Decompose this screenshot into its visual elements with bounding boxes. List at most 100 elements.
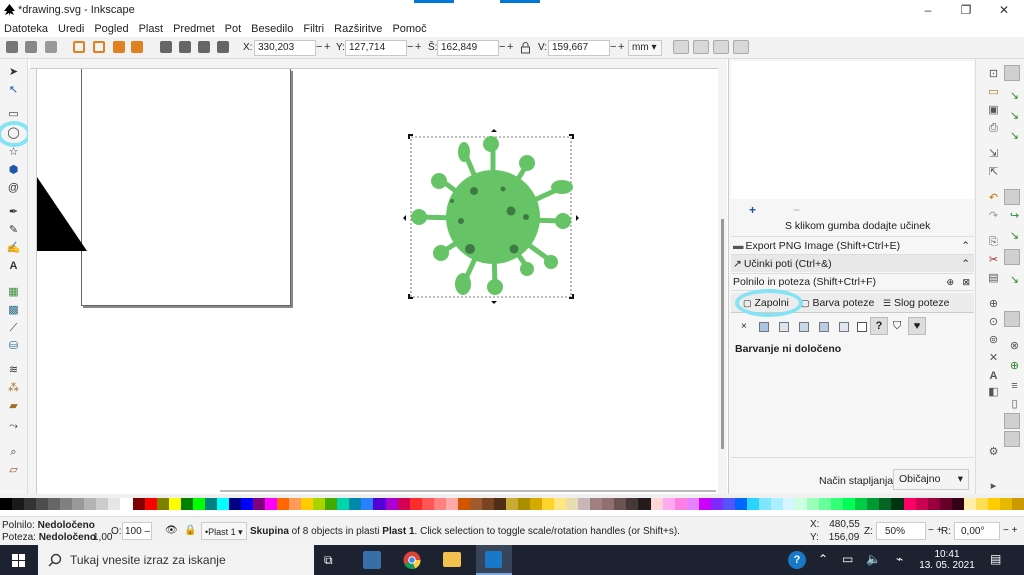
palette-swatch[interactable] [409,498,422,510]
palette-swatch[interactable] [951,498,964,510]
volume-icon[interactable]: 🔈 [866,552,881,566]
palette-swatch[interactable] [120,498,133,510]
x-field[interactable]: 330,203 [254,40,316,56]
palette-swatch[interactable] [771,498,784,510]
tray-chevron-icon[interactable]: ⌃ [818,552,828,566]
zoom-drawing-icon[interactable]: ⊙ [986,315,1001,329]
measure-tool-icon[interactable]: ▱ [6,463,21,477]
palette-swatch[interactable] [1011,498,1024,510]
layer-lock-icon[interactable]: 🔒 [184,525,196,536]
snap-grid-icon[interactable] [1004,413,1020,429]
palette-swatch[interactable] [734,498,747,510]
palette-swatch[interactable] [758,498,771,510]
palette-swatch[interactable] [156,498,169,510]
radial-gradient-button[interactable] [799,322,809,332]
scale-corners-icon[interactable] [693,40,709,54]
snap-toggle-icon[interactable] [1004,65,1020,81]
select-all-icon[interactable] [6,41,18,53]
palette-swatch[interactable] [662,498,675,510]
deselect-icon[interactable] [45,41,57,53]
snap-midpoint-icon[interactable] [1004,311,1020,327]
snap-smooth-icon[interactable]: ↘ [1007,273,1022,287]
rotate-ccw-icon[interactable] [73,41,85,53]
snap-bbox-icon[interactable]: ↘ [1007,89,1022,103]
zoom-tool-icon[interactable]: ⌕ [6,445,21,459]
palette-swatch[interactable] [301,498,314,510]
palette-swatch[interactable] [361,498,374,510]
save-icon[interactable]: ▣ [986,103,1001,117]
connector-tool-icon[interactable]: ⤳ [6,419,21,433]
dropper-tool-icon[interactable]: ⟋ [6,321,21,335]
zoom-field[interactable]: 50% [876,522,926,540]
height-decrement-button[interactable]: − [610,41,616,53]
vertical-scroll-thumb[interactable] [721,219,724,449]
undo-icon[interactable]: ↶ [986,191,1001,205]
menu-razsiritve[interactable]: Razširitve [329,23,387,35]
palette-swatch[interactable] [999,498,1012,510]
duplicate-icon[interactable]: ✕ [986,351,1001,365]
snap-rotation-icon[interactable]: ⊕ [1007,359,1022,373]
tab-stroke-paint[interactable]: ▢ Barva poteze [801,297,874,309]
palette-swatch[interactable] [349,498,362,510]
battery-icon[interactable]: ▭ [842,552,853,566]
select-all-layers-icon[interactable] [25,41,37,53]
height-increment-button[interactable]: + [618,41,624,53]
drawing-canvas[interactable] [37,69,718,492]
open-icon[interactable]: ▭ [986,85,1001,99]
rotation-field[interactable]: 0,00° [954,522,1000,540]
palette-swatch[interactable] [566,498,579,510]
lock-icon[interactable] [520,42,531,54]
scroll-down-icon[interactable]: ▸ [986,479,1001,493]
fill-rule-evenodd-icon[interactable]: ⛉ [893,320,901,333]
palette-swatch[interactable] [518,498,531,510]
task-view-icon[interactable]: ⧉ [324,553,333,568]
pin-icon[interactable]: ⊕ [946,277,954,288]
width-increment-button[interactable]: + [507,41,513,53]
palette-swatch[interactable] [614,498,627,510]
palette-swatch[interactable] [493,498,506,510]
pattern-button[interactable] [839,322,849,332]
fill-value[interactable]: Nedoločeno [38,520,95,531]
top-ruler[interactable] [30,59,718,69]
paint-bucket-tool-icon[interactable]: ⛁ [6,339,21,353]
chrome-icon[interactable] [403,551,421,569]
redo-icon[interactable]: ↷ [986,209,1001,223]
palette-swatch[interactable] [626,498,639,510]
menu-predmet[interactable]: Predmet [168,23,220,35]
x-increment-button[interactable]: + [324,41,330,53]
print-icon[interactable]: ⎙ [986,121,1001,135]
palette-swatch[interactable] [144,498,157,510]
text-tool-icon[interactable]: A [6,259,21,273]
palette-swatch[interactable] [710,498,723,510]
palette-swatch[interactable] [746,498,759,510]
menu-pot[interactable]: Pot [220,23,247,35]
clock[interactable]: 10:41 13. 05. 2021 [918,549,976,571]
zoom-selection-icon[interactable]: ⊕ [986,297,1001,311]
palette-swatch[interactable] [987,498,1000,510]
snap-bbox-corner-icon[interactable]: ↘ [1007,129,1022,143]
zoom-page-fit-icon[interactable]: ⊚ [986,333,1001,347]
width-decrement-button[interactable]: − [499,41,505,53]
palette-swatch[interactable] [84,498,97,510]
calligraphy-tool-icon[interactable]: ✍ [6,241,21,255]
palette-swatch[interactable] [204,498,217,510]
menu-plast[interactable]: Plast [134,23,168,35]
store-icon[interactable] [363,551,381,569]
palette-swatch[interactable] [674,498,687,510]
tweak-tool-icon[interactable]: ≋ [6,363,21,377]
preferences-icon[interactable]: ⚙ [986,445,1001,459]
inkscape-taskbar-button[interactable] [476,545,512,575]
palette-swatch[interactable] [505,498,519,510]
notifications-icon[interactable]: ▤ [990,552,1001,566]
spray-tool-icon[interactable]: ⁂ [6,381,21,395]
rotation-steppers[interactable]: − + [1003,525,1017,536]
palette-swatch[interactable] [180,498,193,510]
palette-swatch[interactable] [819,498,832,510]
palette-swatch[interactable] [108,498,121,510]
black-triangle[interactable] [37,177,89,253]
paste-icon[interactable]: ▤ [986,271,1001,285]
file-explorer-icon[interactable] [443,552,461,567]
palette-swatch[interactable] [385,498,398,510]
tab-stroke-style[interactable]: ☰ Slog poteze [883,297,949,309]
horizontal-scrollbar[interactable] [220,490,716,492]
